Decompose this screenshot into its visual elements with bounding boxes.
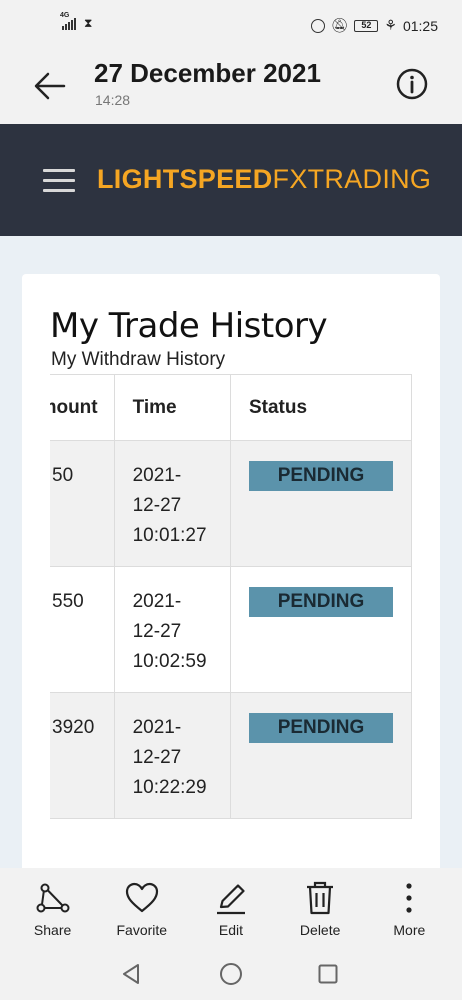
back-arrow-icon[interactable]: [30, 66, 70, 106]
edit-label: Edit: [218, 922, 244, 938]
delete-label: Delete: [299, 922, 341, 938]
table-row: 550 2021- 12-27 10:02:59 PENDING: [50, 566, 412, 693]
delete-button[interactable]: Delete: [280, 880, 360, 946]
cell-amount: 550: [50, 566, 115, 693]
cell-amount: 50: [50, 440, 115, 567]
trash-icon: [307, 881, 334, 915]
history-table: mount Time Status 50 2021- 12-27 10:01:2…: [50, 374, 412, 819]
header-time: Time: [113, 374, 231, 441]
table-row: 3920 2021- 12-27 10:22:29 PENDING: [50, 692, 412, 819]
status-badge: PENDING: [248, 587, 393, 617]
status-left: 4G ⧗: [60, 12, 93, 31]
share-label: Share: [33, 922, 72, 938]
hamburger-menu-icon[interactable]: [43, 169, 75, 193]
cell-time: 2021- 12-27 10:01:27: [113, 440, 231, 567]
clock: 01:25: [402, 17, 438, 34]
more-vertical-icon: [406, 883, 412, 913]
nav-recents-icon[interactable]: [318, 964, 338, 984]
favorite-button[interactable]: Favorite: [102, 880, 182, 946]
eco-icon: ⚘: [384, 17, 397, 33]
cell-status: PENDING: [229, 440, 412, 567]
table-row: 50 2021- 12-27 10:01:27 PENDING: [50, 440, 412, 567]
network-type: 4G: [60, 11, 70, 19]
status-badge: PENDING: [248, 713, 393, 743]
edit-button[interactable]: Edit: [191, 880, 271, 946]
share-button[interactable]: Share: [13, 880, 93, 946]
page-subtitle: My Withdraw History: [51, 349, 226, 370]
cell-time: 2021- 12-27 10:02:59: [113, 566, 231, 693]
more-button[interactable]: More: [369, 880, 449, 946]
data-saver-icon: [310, 18, 325, 33]
brand-light: FXTRADING: [272, 164, 432, 194]
favorite-label: Favorite: [116, 922, 168, 938]
battery-icon: 52: [354, 19, 379, 32]
header-amount: mount: [50, 374, 115, 441]
status-bar: 4G ⧗ 🔕︎ 52 ⚘ 01:25: [0, 0, 462, 52]
header-status: Status: [229, 374, 412, 441]
history-table-scroll[interactable]: mount Time Status 50 2021- 12-27 10:01:2…: [50, 374, 412, 820]
hourglass-icon: ⧗: [84, 16, 93, 30]
share-icon: [36, 883, 70, 913]
mute-icon: 🔕︎: [330, 17, 349, 33]
site-header: LIGHTSPEEDFXTRADING: [0, 124, 462, 236]
cell-status: PENDING: [229, 566, 412, 693]
viewer-title: 27 December 2021: [94, 58, 321, 88]
status-right: 🔕︎ 52 ⚘ 01:25: [310, 17, 438, 34]
nav-home-icon[interactable]: [219, 962, 243, 986]
status-badge: PENDING: [248, 461, 393, 491]
cell-time: 2021- 12-27 10:22:29: [113, 692, 231, 819]
battery-level: 52: [361, 19, 372, 30]
pencil-icon: [216, 884, 245, 915]
signal-icon: 4G: [60, 12, 76, 30]
action-bar: Share Favorite Edit Delete More: [0, 868, 462, 946]
cell-amount: 3920: [50, 692, 115, 819]
info-icon[interactable]: [396, 68, 428, 100]
brand-logo[interactable]: LIGHTSPEEDFXTRADING: [97, 164, 431, 195]
more-label: More: [393, 922, 426, 938]
viewer-subtitle: 14:28: [95, 92, 131, 108]
viewer-header: 27 December 2021 14:28: [0, 52, 462, 124]
heart-icon: [125, 882, 158, 913]
nav-back-icon[interactable]: [120, 962, 142, 986]
brand-bold: LIGHTSPEED: [97, 164, 273, 194]
table-header-row: mount Time Status: [50, 374, 412, 441]
navigation-bar: [0, 946, 462, 1000]
cell-status: PENDING: [229, 692, 412, 819]
page-title: My Trade History: [50, 306, 328, 346]
